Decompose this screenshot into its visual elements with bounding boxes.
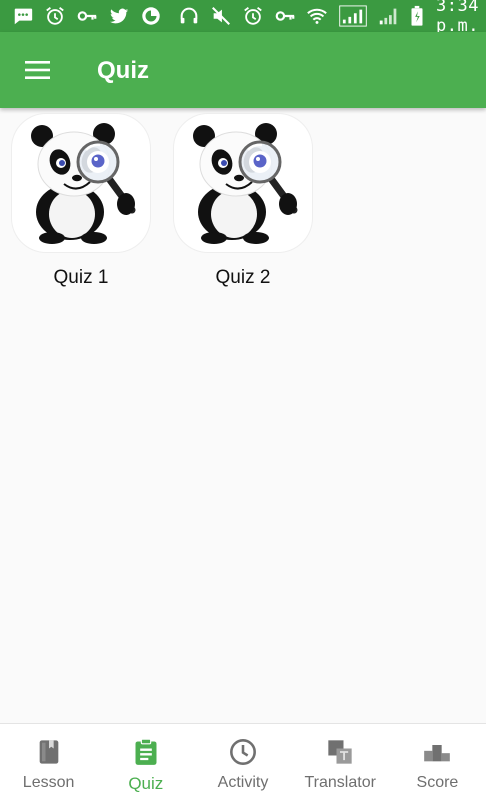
signal-icon (378, 5, 400, 27)
quiz-thumbnail (12, 114, 150, 252)
nav-label: Activity (217, 774, 269, 791)
menu-icon (25, 61, 50, 79)
nav-item-score[interactable]: Score (389, 724, 486, 800)
translate-icon (325, 737, 355, 767)
status-bar-right: 3:34 p.m. (178, 0, 486, 36)
menu-button[interactable] (18, 52, 58, 88)
twitter-icon (108, 5, 130, 27)
quiz-card-2[interactable]: Quiz 2 (174, 114, 312, 289)
panda-magnifier-icon (12, 114, 150, 252)
book-icon (34, 737, 64, 767)
headset-icon (178, 5, 200, 27)
firefox-icon (140, 5, 162, 27)
nav-item-lesson[interactable]: Lesson (0, 724, 97, 800)
nav-label: Score (416, 774, 459, 791)
status-bar-left (12, 0, 162, 32)
app-bar: Quiz (0, 32, 486, 108)
clock-icon (228, 737, 258, 767)
nav-label: Translator (304, 774, 376, 791)
nav-item-translator[interactable]: Translator (292, 724, 389, 800)
quiz-thumbnail (174, 114, 312, 252)
bottom-navigation: Lesson Quiz Activity Translator Score (0, 723, 486, 800)
quiz-label: Quiz 2 (215, 267, 271, 288)
alarm-icon (44, 5, 66, 27)
clipboard-icon (131, 737, 161, 767)
status-bar: 3:34 p.m. (0, 0, 486, 36)
alarm-icon (242, 5, 264, 27)
podium-icon (422, 737, 452, 767)
status-bar-time: 3:34 p.m. (436, 0, 479, 36)
nav-label: Lesson (22, 774, 75, 791)
signal-icon (338, 5, 368, 27)
wifi-icon (306, 5, 328, 27)
page-title: Quiz (97, 57, 149, 84)
quiz-card-1[interactable]: Quiz 1 (12, 114, 150, 289)
mute-icon (210, 5, 232, 27)
key-icon (76, 5, 98, 27)
message-icon (12, 5, 34, 27)
panda-magnifier-icon (174, 114, 312, 252)
key-icon (274, 5, 296, 27)
battery-icon (410, 5, 424, 27)
quiz-label: Quiz 1 (53, 267, 109, 288)
nav-item-activity[interactable]: Activity (194, 724, 291, 800)
nav-label: Quiz (128, 774, 164, 793)
nav-item-quiz[interactable]: Quiz (97, 724, 194, 800)
